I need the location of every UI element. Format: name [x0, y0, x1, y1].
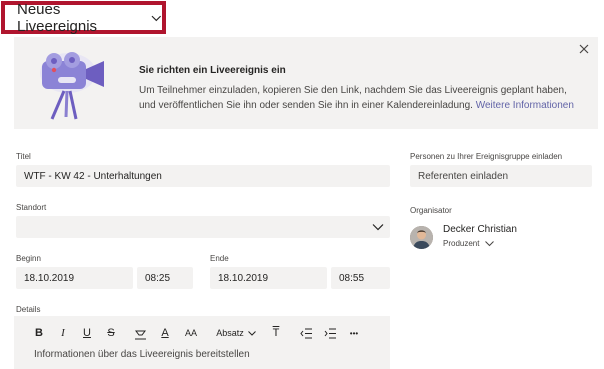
increase-indent-button[interactable] — [322, 325, 338, 341]
strikethrough-button[interactable]: S — [104, 325, 118, 341]
chevron-down-icon — [151, 15, 162, 22]
more-options-button[interactable]: ••• — [346, 325, 362, 341]
paragraph-dropdown[interactable]: Absatz — [214, 325, 258, 341]
start-label: Beginn — [16, 254, 41, 263]
event-type-dropdown[interactable]: Neues Liveereignis — [17, 1, 162, 35]
end-time-value: 08:55 — [339, 272, 365, 284]
clear-format-label: T — [272, 327, 280, 339]
details-editor: B I U S A AA Absatz T ••• Informationen … — [14, 316, 390, 369]
start-time-value: 08:25 — [145, 272, 171, 284]
banner-title: Sie richten ein Liveereignis ein — [139, 65, 286, 76]
invite-input[interactable]: Referenten einladen — [410, 165, 592, 187]
close-icon[interactable] — [578, 43, 590, 55]
clear-format-button[interactable]: T — [269, 325, 283, 341]
organizer-role: Produzent — [443, 239, 480, 248]
event-type-highlight: Neues Liveereignis — [1, 1, 166, 35]
decrease-indent-icon — [299, 328, 312, 338]
avatar — [410, 226, 433, 249]
title-input[interactable]: WTF - KW 42 - Unterhaltungen — [16, 165, 390, 187]
banner-text: Um Teilnehmer einzuladen, kopieren Sie d… — [139, 83, 579, 113]
chevron-down-icon — [485, 240, 495, 246]
highlighter-icon — [134, 330, 146, 339]
organizer-name: Decker Christian — [443, 224, 517, 235]
event-type-label: Neues Liveereignis — [17, 0, 98, 35]
end-label: Ende — [210, 254, 229, 263]
details-label: Details — [16, 305, 41, 314]
organizer-entry: Decker Christian Produzent — [410, 224, 590, 254]
organizer-label: Organisator — [410, 206, 452, 215]
learn-more-link[interactable]: Weitere Informationen — [476, 100, 574, 111]
end-date-input[interactable]: 18.10.2019 — [210, 267, 327, 289]
end-date-value: 18.10.2019 — [218, 272, 269, 284]
end-time-input[interactable]: 08:55 — [331, 267, 390, 289]
italic-button[interactable]: I — [56, 325, 70, 341]
organizer-role-dropdown[interactable]: Produzent — [443, 239, 495, 248]
invite-placeholder: Referenten einladen — [418, 170, 509, 182]
details-input-placeholder[interactable]: Informationen über das Liveereignis bere… — [34, 349, 250, 360]
location-label: Standort — [16, 203, 47, 212]
video-camera-illustration — [40, 52, 104, 120]
paragraph-label: Absatz — [216, 328, 244, 338]
invite-label: Personen zu Ihrer Ereignisgruppe einlade… — [410, 152, 563, 161]
chevron-down-icon — [372, 224, 384, 231]
start-date-input[interactable]: 18.10.2019 — [16, 267, 133, 289]
info-banner: Sie richten ein Liveereignis ein Um Teil… — [14, 37, 598, 129]
bold-button[interactable]: B — [32, 325, 46, 341]
chevron-down-icon — [247, 330, 256, 336]
font-color-button[interactable]: A — [158, 325, 172, 341]
highlight-button[interactable] — [132, 325, 148, 341]
location-dropdown[interactable] — [16, 216, 390, 238]
start-time-input[interactable]: 08:25 — [137, 267, 193, 289]
decrease-indent-button[interactable] — [298, 325, 314, 341]
title-value: WTF - KW 42 - Unterhaltungen — [24, 170, 162, 182]
person-avatar-icon — [410, 226, 433, 249]
font-size-button[interactable]: AA — [182, 325, 200, 341]
title-label: Titel — [16, 152, 31, 161]
increase-indent-icon — [324, 328, 336, 338]
start-date-value: 18.10.2019 — [24, 272, 75, 284]
underline-button[interactable]: U — [80, 325, 94, 341]
